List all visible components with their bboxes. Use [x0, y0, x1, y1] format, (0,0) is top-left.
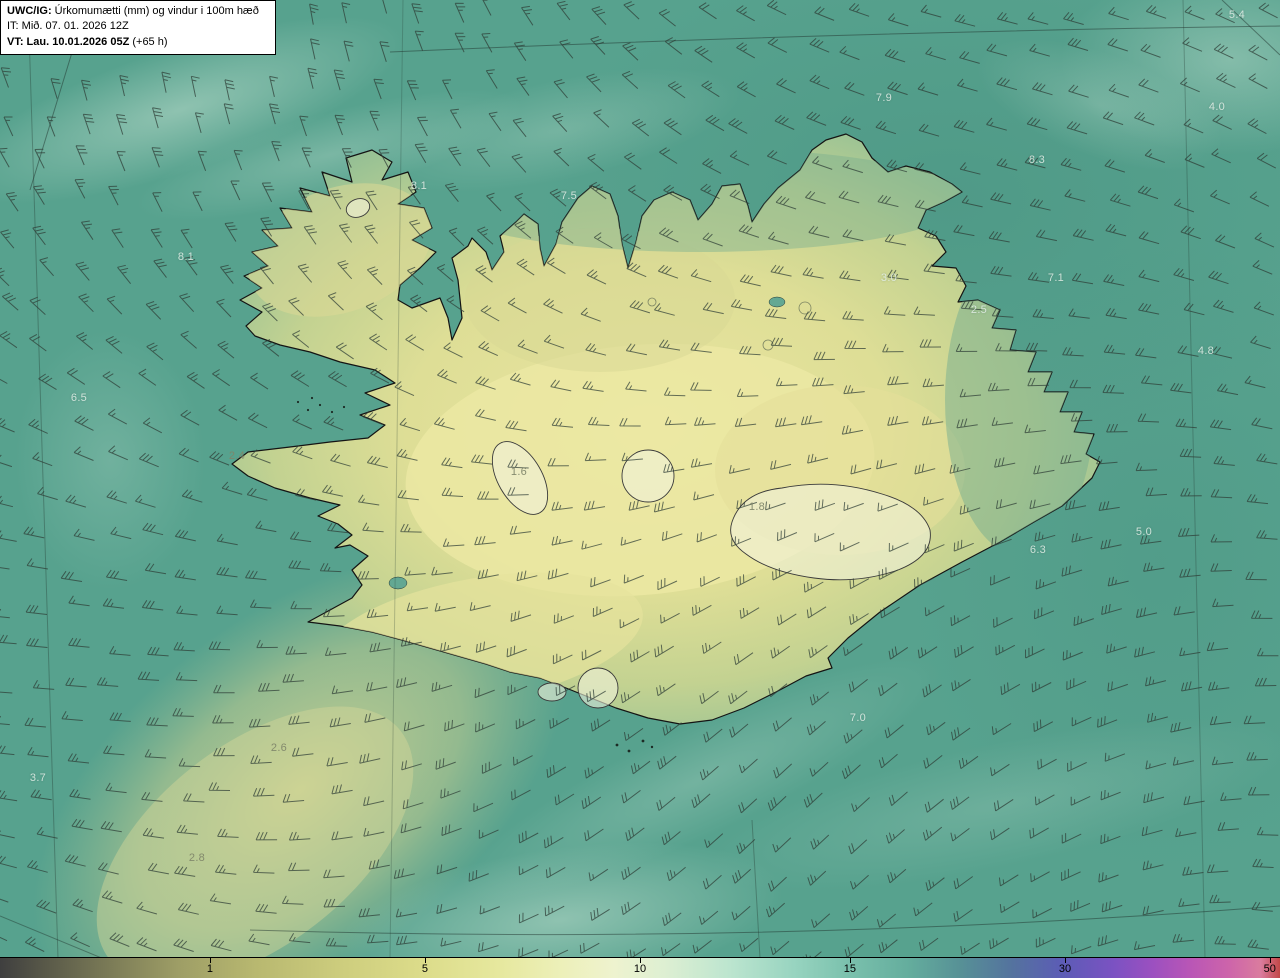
valid-time: VT: Lau. 10.01.2026 05Z — [7, 35, 130, 48]
colorbar-tick-label: 30 — [1058, 963, 1072, 975]
map-canvas — [0, 0, 1280, 958]
colorbar-tick-label: 1 — [206, 963, 213, 975]
map-title-box: UWC/IG: Úrkomumætti (mm) og vindur i 100… — [0, 0, 276, 56]
valid-time-offset: (+65 h) — [129, 35, 168, 48]
title-line: UWC/IG: Úrkomumætti (mm) og vindur i 100… — [7, 4, 269, 19]
colorbar-tick-label: 10 — [633, 963, 647, 975]
model-name: UWC/IG: — [7, 5, 52, 17]
glacier-eyjafjallajokull — [537, 682, 567, 702]
colorbar-tick-label: 50 — [1263, 963, 1276, 975]
colorbar-tick-label: 15 — [843, 963, 857, 975]
colorbar: 1 5 10 15 30 50 — [0, 957, 1280, 978]
weather-map-viewport: 5.4 4.0 7.9 8.3 7.5 8.1 8.1 3.0 2.5 7.1 4.8 6.5 2.4 1… — [0, 0, 1280, 978]
map-title: Úrkomumætti (mm) og vindur i 100m hæð — [51, 5, 259, 17]
init-time: IT: Mið. 07. 01. 2026 12Z — [7, 20, 129, 33]
lake — [768, 296, 786, 308]
glacier-hofsjokull — [621, 449, 675, 503]
colorbar-tick-label: 5 — [421, 963, 429, 975]
valid-time-line: VT: Lau. 10.01.2026 05Z (+65 h) — [7, 35, 269, 50]
lake — [388, 576, 408, 590]
glacier-myrdalsjokull — [577, 667, 619, 709]
